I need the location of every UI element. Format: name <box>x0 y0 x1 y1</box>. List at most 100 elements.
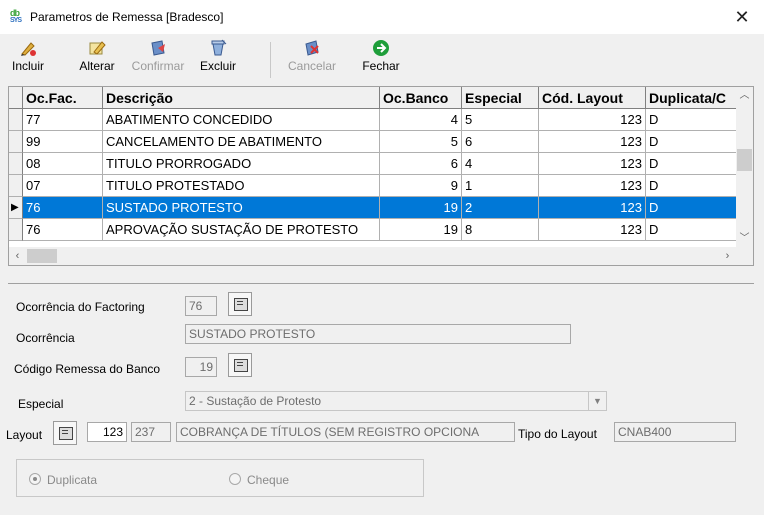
row-indicator[interactable] <box>9 109 23 131</box>
ocorrencia-lookup-button[interactable] <box>228 292 252 316</box>
cell-especial: 8 <box>462 219 539 241</box>
codigo-remessa-label: Código Remessa do Banco <box>14 362 161 376</box>
codigo-remessa-field[interactable]: 19 <box>185 357 217 377</box>
col-ocfac[interactable]: Oc.Fac. <box>23 87 103 109</box>
ocorrencia-field[interactable]: SUSTADO PROTESTO <box>185 324 571 344</box>
col-especial[interactable]: Especial <box>462 87 539 109</box>
row-indicator[interactable] <box>9 219 23 241</box>
cell-especial: 2 <box>462 197 539 219</box>
cell-descricao: SUSTADO PROTESTO <box>103 197 380 219</box>
cell-ocbanco: 19 <box>380 219 462 241</box>
save-icon <box>151 40 165 56</box>
table-row[interactable]: ▶ 76 SUSTADO PROTESTO 19 2 123 D <box>9 197 737 219</box>
duplicata-radio[interactable]: Duplicata <box>29 473 97 487</box>
pencil-edit-icon <box>89 41 106 55</box>
layout-code-field[interactable]: 123 <box>87 422 127 442</box>
layout-id-field: 237 <box>131 422 171 442</box>
tipo-layout-field: CNAB400 <box>614 422 736 442</box>
lookup-icon <box>234 359 248 372</box>
table-row[interactable]: 08 TITULO PRORROGADO 6 4 123 D <box>9 153 737 175</box>
cell-cod-layout: 123 <box>539 131 646 153</box>
cell-cod-layout: 123 <box>539 197 646 219</box>
cell-cod-layout: 123 <box>539 175 646 197</box>
cheque-radio[interactable]: Cheque <box>229 473 289 487</box>
app-logo-icon: db SYS <box>10 8 22 25</box>
cell-ocfac: 99 <box>23 131 103 153</box>
scroll-up-icon[interactable]: ︿ <box>736 87 753 104</box>
especial-label: Especial <box>18 397 64 411</box>
ocorrencia-factoring-label: Ocorrência do Factoring <box>16 300 145 314</box>
close-button[interactable]: ✕ <box>730 5 754 29</box>
col-cod-layout[interactable]: Cód. Layout <box>539 87 646 109</box>
cell-duplicata: D <box>646 131 737 153</box>
cancelar-button[interactable]: Cancelar <box>286 36 338 82</box>
ocorrencia-label: Ocorrência <box>16 331 75 345</box>
exit-arrow-icon <box>373 40 389 56</box>
cell-ocbanco: 19 <box>380 197 462 219</box>
cell-cod-layout: 123 <box>539 109 646 131</box>
col-ocbanco[interactable]: Oc.Banco <box>380 87 462 109</box>
cancel-icon <box>305 40 319 56</box>
layout-lookup-button[interactable] <box>53 421 77 445</box>
row-indicator[interactable] <box>9 131 23 153</box>
cell-descricao: ABATIMENTO CONCEDIDO <box>103 109 380 131</box>
window-title: Parametros de Remessa [Bradesco] <box>30 10 224 24</box>
cell-descricao: APROVAÇÃO SUSTAÇÃO DE PROTESTO <box>103 219 380 241</box>
cell-descricao: TITULO PRORROGADO <box>103 153 380 175</box>
row-indicator[interactable] <box>9 153 23 175</box>
lookup-icon <box>59 427 73 440</box>
layout-description-field: COBRANÇA DE TÍTULOS (SEM REGISTRO OPCION… <box>176 422 515 442</box>
cell-duplicata: D <box>646 109 737 131</box>
especial-select[interactable]: 2 - Sustação de Protesto ▼ <box>185 391 607 411</box>
table-row[interactable]: 76 APROVAÇÃO SUSTAÇÃO DE PROTESTO 19 8 123 D <box>9 219 737 241</box>
pencil-add-icon <box>21 42 36 56</box>
cell-ocfac: 07 <box>23 175 103 197</box>
cell-especial: 1 <box>462 175 539 197</box>
col-duplicata[interactable]: Duplicata/C <box>646 87 737 109</box>
confirmar-button[interactable]: Confirmar <box>130 36 186 82</box>
scroll-down-icon[interactable]: ﹀ <box>736 230 753 247</box>
record-indicator-icon[interactable]: ▶ <box>9 197 23 219</box>
cell-descricao: TITULO PROTESTADO <box>103 175 380 197</box>
especial-selected-value: 2 - Sustação de Protesto <box>189 394 322 408</box>
grid-header: Oc.Fac. Descrição Oc.Banco Especial Cód.… <box>9 87 737 109</box>
codigo-remessa-lookup-button[interactable] <box>228 353 252 377</box>
cell-ocbanco: 9 <box>380 175 462 197</box>
fechar-button[interactable]: Fechar <box>360 36 402 82</box>
cell-ocfac: 08 <box>23 153 103 175</box>
scroll-left-icon[interactable]: ‹ <box>9 247 26 265</box>
hscroll-thumb[interactable] <box>27 249 57 263</box>
lookup-icon <box>234 298 248 311</box>
cell-especial: 6 <box>462 131 539 153</box>
vertical-scrollbar[interactable]: ︿ ﹀ <box>736 87 753 247</box>
toolbar: Incluir Alterar Confirmar Excluir Cancel… <box>0 34 764 84</box>
scroll-right-icon[interactable]: › <box>719 247 736 265</box>
cell-ocbanco: 6 <box>380 153 462 175</box>
indicator-header <box>9 87 23 109</box>
scroll-corner <box>736 247 753 265</box>
remessa-grid[interactable]: Oc.Fac. Descrição Oc.Banco Especial Cód.… <box>8 86 754 266</box>
excluir-button[interactable]: Excluir <box>200 36 236 82</box>
cell-ocfac: 76 <box>23 197 103 219</box>
incluir-button[interactable]: Incluir <box>12 36 44 82</box>
radio-checked-icon <box>29 473 41 485</box>
chevron-down-icon[interactable]: ▼ <box>588 392 606 410</box>
scroll-thumb[interactable] <box>737 149 752 171</box>
cell-cod-layout: 123 <box>539 219 646 241</box>
tipo-documento-group: Duplicata Cheque <box>16 459 424 497</box>
alterar-button[interactable]: Alterar <box>76 36 118 82</box>
table-row[interactable]: 77 ABATIMENTO CONCEDIDO 4 5 123 D <box>9 109 737 131</box>
cell-ocbanco: 4 <box>380 109 462 131</box>
radio-unchecked-icon <box>229 473 241 485</box>
row-indicator[interactable] <box>9 175 23 197</box>
layout-label: Layout <box>6 428 43 442</box>
horizontal-scrollbar[interactable]: ‹ › <box>9 247 753 265</box>
ocorrencia-factoring-field[interactable]: 76 <box>185 296 217 316</box>
table-row[interactable]: 07 TITULO PROTESTADO 9 1 123 D <box>9 175 737 197</box>
cell-duplicata: D <box>646 197 737 219</box>
panel-divider <box>8 283 754 284</box>
delete-icon <box>211 39 227 56</box>
cell-duplicata: D <box>646 153 737 175</box>
col-descricao[interactable]: Descrição <box>103 87 380 109</box>
table-row[interactable]: 99 CANCELAMENTO DE ABATIMENTO 5 6 123 D <box>9 131 737 153</box>
